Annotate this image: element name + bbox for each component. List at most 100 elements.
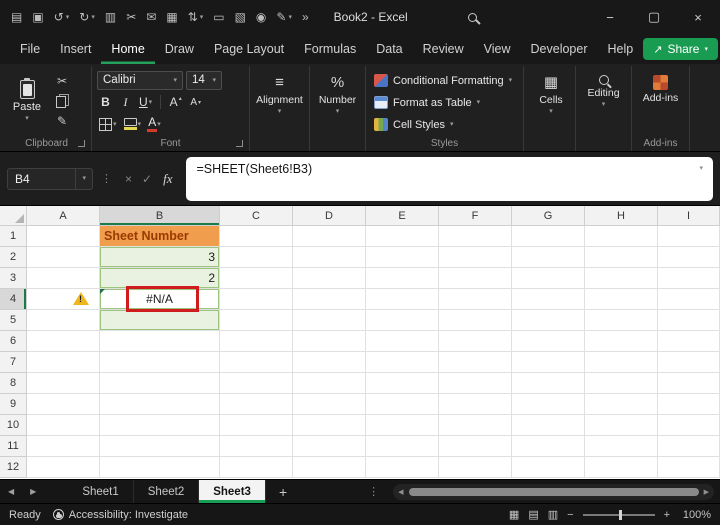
cell-E1[interactable] (366, 226, 439, 247)
cell-H7[interactable] (585, 352, 658, 373)
cell-D12[interactable] (293, 457, 366, 478)
cell-F11[interactable] (439, 436, 512, 457)
cell-A6[interactable] (27, 331, 100, 352)
tab-page-layout[interactable]: Page Layout (204, 34, 294, 64)
select-all-button[interactable] (0, 206, 27, 226)
scroll-left-icon[interactable]: ◀ (398, 488, 403, 496)
sheet-nav-next-icon[interactable]: ▶ (22, 487, 44, 496)
font-color-button[interactable]: A ▾ (146, 115, 163, 133)
zoom-level[interactable]: 100% (679, 509, 711, 521)
column-header-A[interactable]: A (27, 206, 100, 226)
row-header-5[interactable]: 5 (0, 310, 27, 331)
cell-F12[interactable] (439, 457, 512, 478)
tab-formulas[interactable]: Formulas (294, 34, 366, 64)
column-header-I[interactable]: I (658, 206, 720, 226)
increase-font-size-button[interactable]: A ▴ (167, 93, 184, 111)
zoom-slider[interactable] (582, 509, 655, 520)
cell-D8[interactable] (293, 373, 366, 394)
addins-button[interactable]: Add-ins (637, 69, 684, 104)
paste-button[interactable]: Paste ▾ (7, 69, 47, 129)
cell-H2[interactable] (585, 247, 658, 268)
cells-button[interactable]: ▦ Cells ▾ (529, 69, 573, 114)
tab-review[interactable]: Review (413, 34, 474, 64)
cell-G1[interactable] (512, 226, 585, 247)
cell-E12[interactable] (366, 457, 439, 478)
borders-button[interactable]: ▾ (97, 115, 119, 133)
zoom-slider-thumb[interactable] (618, 509, 622, 520)
cell-H6[interactable] (585, 331, 658, 352)
row-header-3[interactable]: 3 (0, 268, 27, 289)
cell-I8[interactable] (658, 373, 720, 394)
cell-F2[interactable] (439, 247, 512, 268)
journal-button[interactable]: ▤ (6, 4, 27, 30)
dialog-launcher-icon[interactable] (236, 140, 243, 147)
cell-A2[interactable] (27, 247, 100, 268)
row-header-7[interactable]: 7 (0, 352, 27, 373)
cell-D2[interactable] (293, 247, 366, 268)
cell-B8[interactable] (100, 373, 220, 394)
column-header-B[interactable]: B (100, 206, 220, 226)
column-header-D[interactable]: D (293, 206, 366, 226)
cell-B6[interactable] (100, 331, 220, 352)
cell-D11[interactable] (293, 436, 366, 457)
cell-H11[interactable] (585, 436, 658, 457)
cell-G2[interactable] (512, 247, 585, 268)
cell-E11[interactable] (366, 436, 439, 457)
cell-F8[interactable] (439, 373, 512, 394)
cell-G6[interactable] (512, 331, 585, 352)
cell-H12[interactable] (585, 457, 658, 478)
redo-button[interactable]: ↻ ▾ (74, 4, 100, 30)
row-header-12[interactable]: 12 (0, 457, 27, 478)
cell-I4[interactable] (658, 289, 720, 310)
cell-C4[interactable] (220, 289, 293, 310)
cell-I12[interactable] (658, 457, 720, 478)
cell-C8[interactable] (220, 373, 293, 394)
zoom-out-button[interactable]: − (567, 509, 573, 521)
cell-F4[interactable] (439, 289, 512, 310)
cancel-button[interactable]: × (125, 172, 132, 186)
column-header-F[interactable]: F (439, 206, 512, 226)
cell-B1[interactable]: Sheet Number (100, 226, 220, 247)
cell-H3[interactable] (585, 268, 658, 289)
grid-button[interactable]: ▦ (161, 4, 182, 30)
new-sheet-button[interactable]: + (266, 484, 300, 500)
name-box[interactable]: B4 ▾ (7, 167, 93, 190)
undo-button[interactable]: ↺ ▾ (49, 4, 75, 30)
cell-E5[interactable] (366, 310, 439, 331)
cell-D9[interactable] (293, 394, 366, 415)
maximize-button[interactable]: ▢ (632, 0, 676, 34)
row-header-6[interactable]: 6 (0, 331, 27, 352)
cell-C1[interactable] (220, 226, 293, 247)
page-layout-view-button[interactable]: ▤ (528, 508, 538, 521)
cut-button[interactable]: ✂ (52, 72, 72, 89)
cell-G3[interactable] (512, 268, 585, 289)
row-header-2[interactable]: 2 (0, 247, 27, 268)
pen-button[interactable]: ✎ ▾ (271, 4, 297, 30)
underline-button[interactable]: U ▾ (137, 93, 154, 111)
cell-I11[interactable] (658, 436, 720, 457)
cell-C10[interactable] (220, 415, 293, 436)
cell-G12[interactable] (512, 457, 585, 478)
cell-H5[interactable] (585, 310, 658, 331)
cell-B4[interactable]: #N/A (100, 286, 220, 312)
cell-H4[interactable] (585, 289, 658, 310)
number-format-button[interactable]: % Number ▾ (315, 69, 360, 114)
cell-I1[interactable] (658, 226, 720, 247)
cell-H1[interactable] (585, 226, 658, 247)
dialog-launcher-icon[interactable] (78, 140, 85, 147)
cell-F7[interactable] (439, 352, 512, 373)
cell-F6[interactable] (439, 331, 512, 352)
camera-button[interactable]: ◉ (251, 4, 271, 30)
error-warning-icon[interactable]: ! (73, 291, 89, 305)
sheet-nav-prev-icon[interactable]: ◀ (0, 487, 22, 496)
cell-E4[interactable] (366, 289, 439, 310)
cell-A4[interactable]: ! (27, 289, 100, 310)
cell-C5[interactable] (220, 310, 293, 331)
sheet-tab-sheet2[interactable]: Sheet2 (134, 480, 200, 503)
cell-F1[interactable] (439, 226, 512, 247)
minimize-button[interactable]: − (588, 0, 632, 34)
tab-file[interactable]: File (10, 34, 50, 64)
cell-D10[interactable] (293, 415, 366, 436)
cell-A9[interactable] (27, 394, 100, 415)
cell-H8[interactable] (585, 373, 658, 394)
